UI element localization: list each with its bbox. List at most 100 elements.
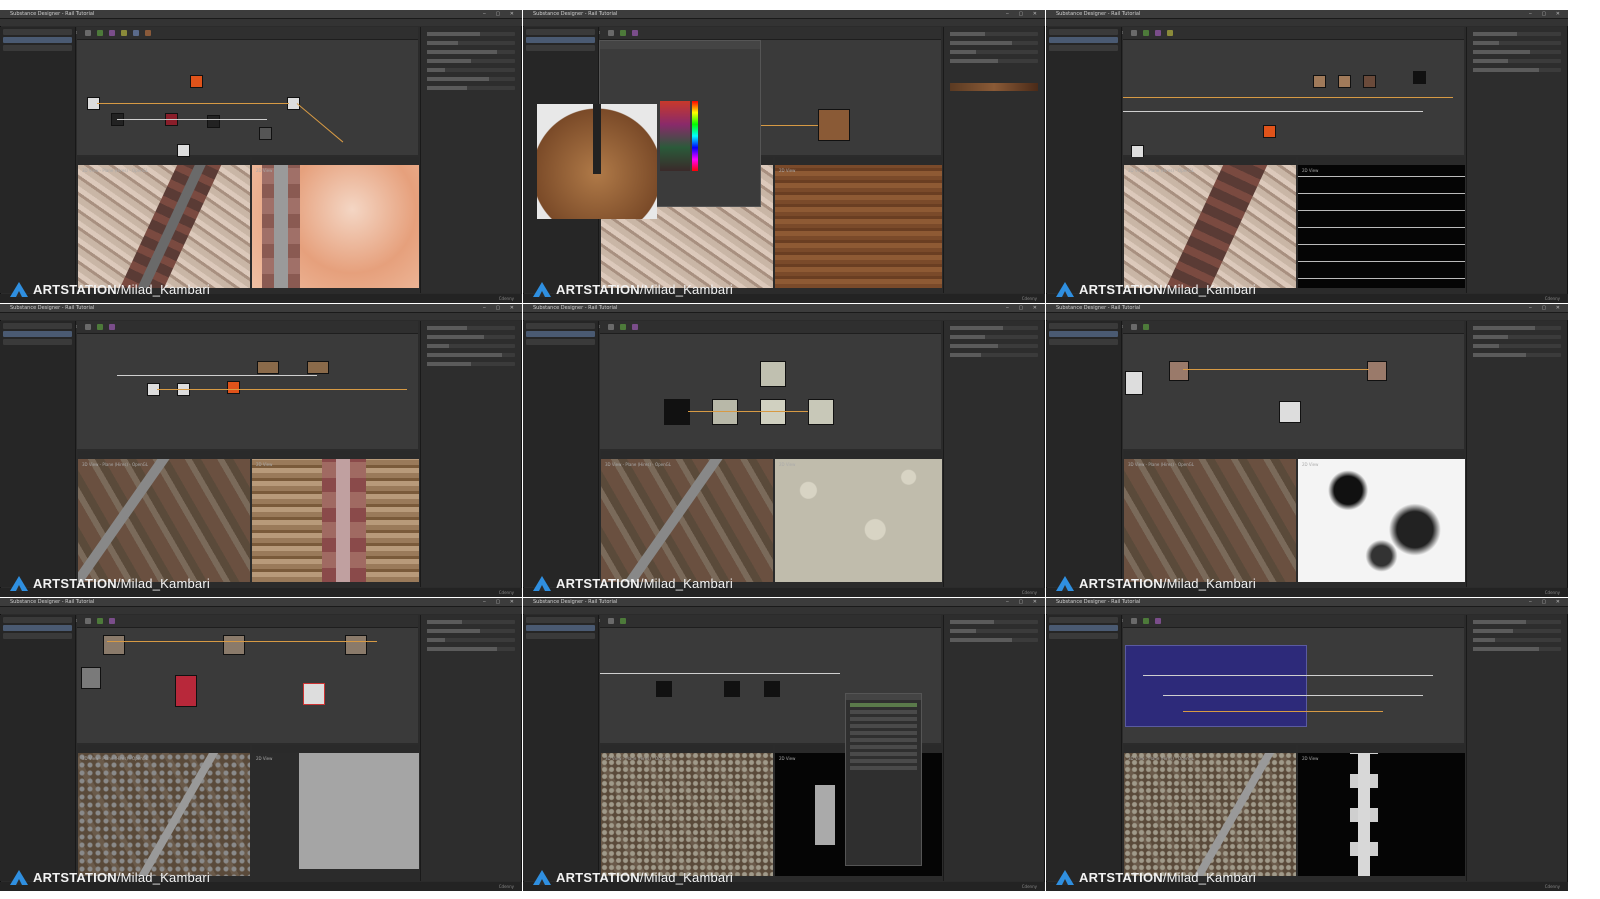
window-controls-icon[interactable]: ‒ ▢ ✕ (1006, 598, 1041, 606)
menu-bar: FileEditToolsWindowsHelp (1046, 607, 1568, 623)
menu-bar: FileEditToolsWindowsHelp (1046, 313, 1568, 329)
viewport-2d[interactable]: 2D View (1298, 157, 1465, 288)
artstation-watermark: ARTSTATION/Milad_Kambari (533, 573, 733, 593)
menu-bar: FileEditToolsWindowsHelp (523, 607, 1045, 623)
node-icon[interactable] (818, 109, 850, 141)
title-bar: Substance Designer - Rail Tutorial ‒ ▢ ✕ (0, 10, 522, 19)
node-icon[interactable] (1279, 401, 1301, 423)
window-controls-icon[interactable]: ‒ ▢ ✕ (483, 304, 518, 312)
properties-panel (943, 321, 1044, 587)
artstation-watermark: ARTSTATION/Milad_Kambari (1056, 573, 1256, 593)
title-bar: Substance Designer - Rail Tutorial ‒ ▢ ✕ (1046, 304, 1568, 313)
viewport-2d[interactable]: 2D View (1298, 745, 1465, 876)
node-icon[interactable] (303, 683, 325, 705)
properties-panel (1466, 27, 1567, 293)
viewport-3d[interactable]: 3D View - Plane (Hires) - OpenGL (601, 451, 773, 582)
viewport-3d[interactable]: 3D View - Plane (Hires) - OpenGL (78, 451, 250, 582)
graph-view[interactable] (1123, 27, 1464, 158)
node-icon[interactable] (259, 127, 272, 140)
graph-view[interactable] (1123, 615, 1464, 743)
node-icon[interactable] (1263, 125, 1276, 138)
title-bar: Substance Designer - Rail Tutorial ‒ ▢ ✕ (1046, 598, 1568, 607)
explorer-panel (1046, 321, 1122, 587)
node-icon[interactable] (1363, 75, 1376, 88)
node-icon[interactable] (177, 144, 190, 157)
viewport-2d[interactable]: 2D View (252, 451, 419, 582)
node-icon[interactable] (345, 635, 367, 655)
node-icon[interactable] (175, 675, 197, 707)
node-icon[interactable] (1125, 371, 1143, 395)
explorer-panel (523, 615, 599, 881)
window-controls-icon[interactable]: ‒ ▢ ✕ (1529, 598, 1564, 606)
window-controls-icon[interactable]: ‒ ▢ ✕ (1529, 10, 1564, 18)
node-icon[interactable] (808, 399, 834, 425)
explorer-item-selected[interactable] (3, 37, 72, 43)
node-icon[interactable] (207, 115, 220, 128)
node-icon[interactable] (1169, 361, 1189, 381)
graph-view[interactable] (600, 321, 941, 449)
node-icon[interactable] (1413, 71, 1426, 84)
node-icon[interactable] (1367, 361, 1387, 381)
node-icon[interactable] (307, 361, 329, 374)
window-title: Substance Designer - Rail Tutorial (10, 11, 95, 17)
artstation-logo-icon (533, 575, 551, 591)
menu-bar: FileEditToolsWindowsHelp (0, 19, 522, 35)
artstation-watermark: ARTSTATION/Milad_Kambari (10, 867, 210, 887)
viewport-3d[interactable]: 3D View - Plane (Hires) - OpenGL (78, 157, 250, 288)
properties-panel (943, 615, 1044, 881)
node-icon[interactable] (656, 681, 672, 697)
node-icon[interactable] (712, 399, 738, 425)
viewport-2d-header: 2D View (252, 157, 419, 173)
graph-toolbar (77, 27, 418, 40)
node-library-menu[interactable] (845, 693, 922, 866)
window-controls-icon[interactable]: ‒ ▢ ✕ (1006, 10, 1041, 18)
title-bar: Substance Designer - Rail Tutorial ‒ ▢ ✕ (0, 598, 522, 607)
node-icon[interactable] (760, 399, 786, 425)
viewport-2d[interactable]: 2D View (775, 157, 942, 288)
frame-selection[interactable] (1125, 645, 1307, 727)
window-controls-icon[interactable]: ‒ ▢ ✕ (483, 10, 518, 18)
explorer-panel (0, 27, 76, 293)
viewport-3d[interactable]: 3D View - Plane (Hires) - OpenGL (1124, 451, 1296, 582)
title-bar: Substance Designer - Rail Tutorial ‒ ▢ ✕ (523, 304, 1045, 313)
viewport-2d[interactable]: 2D View (252, 745, 419, 876)
menu-bar: FileEditToolsWindowsHelp (1046, 19, 1568, 35)
viewport-3d[interactable]: 3D View - Plane (Hires) - OpenGL (1124, 745, 1296, 876)
node-icon[interactable] (760, 361, 786, 387)
viewport-2d[interactable]: 2D View (775, 451, 942, 582)
node-icon[interactable] (1313, 75, 1326, 88)
node-icon[interactable] (103, 635, 125, 655)
viewport-3d[interactable]: 3D View - Plane (Hires) - OpenGL (601, 745, 773, 876)
graph-view[interactable] (77, 321, 418, 449)
viewport-2d[interactable]: 2D View (1298, 451, 1465, 582)
node-icon[interactable] (664, 399, 690, 425)
window-controls-icon[interactable]: ‒ ▢ ✕ (1006, 304, 1041, 312)
artstation-watermark: ARTSTATION/Milad_Kambari (10, 279, 210, 299)
node-icon[interactable] (724, 681, 740, 697)
node-icon[interactable] (81, 667, 101, 689)
viewport-3d[interactable]: 3D View - Plane (Hires) - OpenGL (78, 745, 250, 876)
node-icon[interactable] (223, 635, 245, 655)
menu-bar: FileEditToolsWindowsHelp (523, 19, 1045, 35)
artstation-watermark: ARTSTATION/Milad_Kambari (10, 573, 210, 593)
node-icon[interactable] (257, 361, 279, 374)
viewport-3d[interactable]: 3D View - Plane (Hires) - OpenGL (1124, 157, 1296, 288)
artstation-logo-icon (10, 869, 28, 885)
artstation-logo-icon (533, 869, 551, 885)
window-controls-icon[interactable]: ‒ ▢ ✕ (483, 598, 518, 606)
graph-view[interactable] (1123, 321, 1464, 449)
node-icon[interactable] (1338, 75, 1351, 88)
screen-r2c2: Substance Designer - Rail Tutorial ‒ ▢ ✕ … (523, 304, 1045, 597)
explorer-item[interactable] (3, 45, 72, 51)
explorer-item[interactable] (3, 29, 72, 35)
viewport-2d[interactable]: 2D View (252, 157, 419, 288)
screen-r1c2: Substance Designer - Rail Tutorial ‒ ▢ ✕ … (523, 10, 1045, 303)
artstation-watermark: ARTSTATION/Milad_Kambari (533, 867, 733, 887)
node-icon[interactable] (764, 681, 780, 697)
window-controls-icon[interactable]: ‒ ▢ ✕ (1529, 304, 1564, 312)
graph-view[interactable] (77, 615, 418, 743)
node-icon[interactable] (227, 381, 240, 394)
node-icon[interactable] (190, 75, 203, 88)
graph-view[interactable] (77, 27, 418, 157)
properties-panel (420, 615, 521, 881)
